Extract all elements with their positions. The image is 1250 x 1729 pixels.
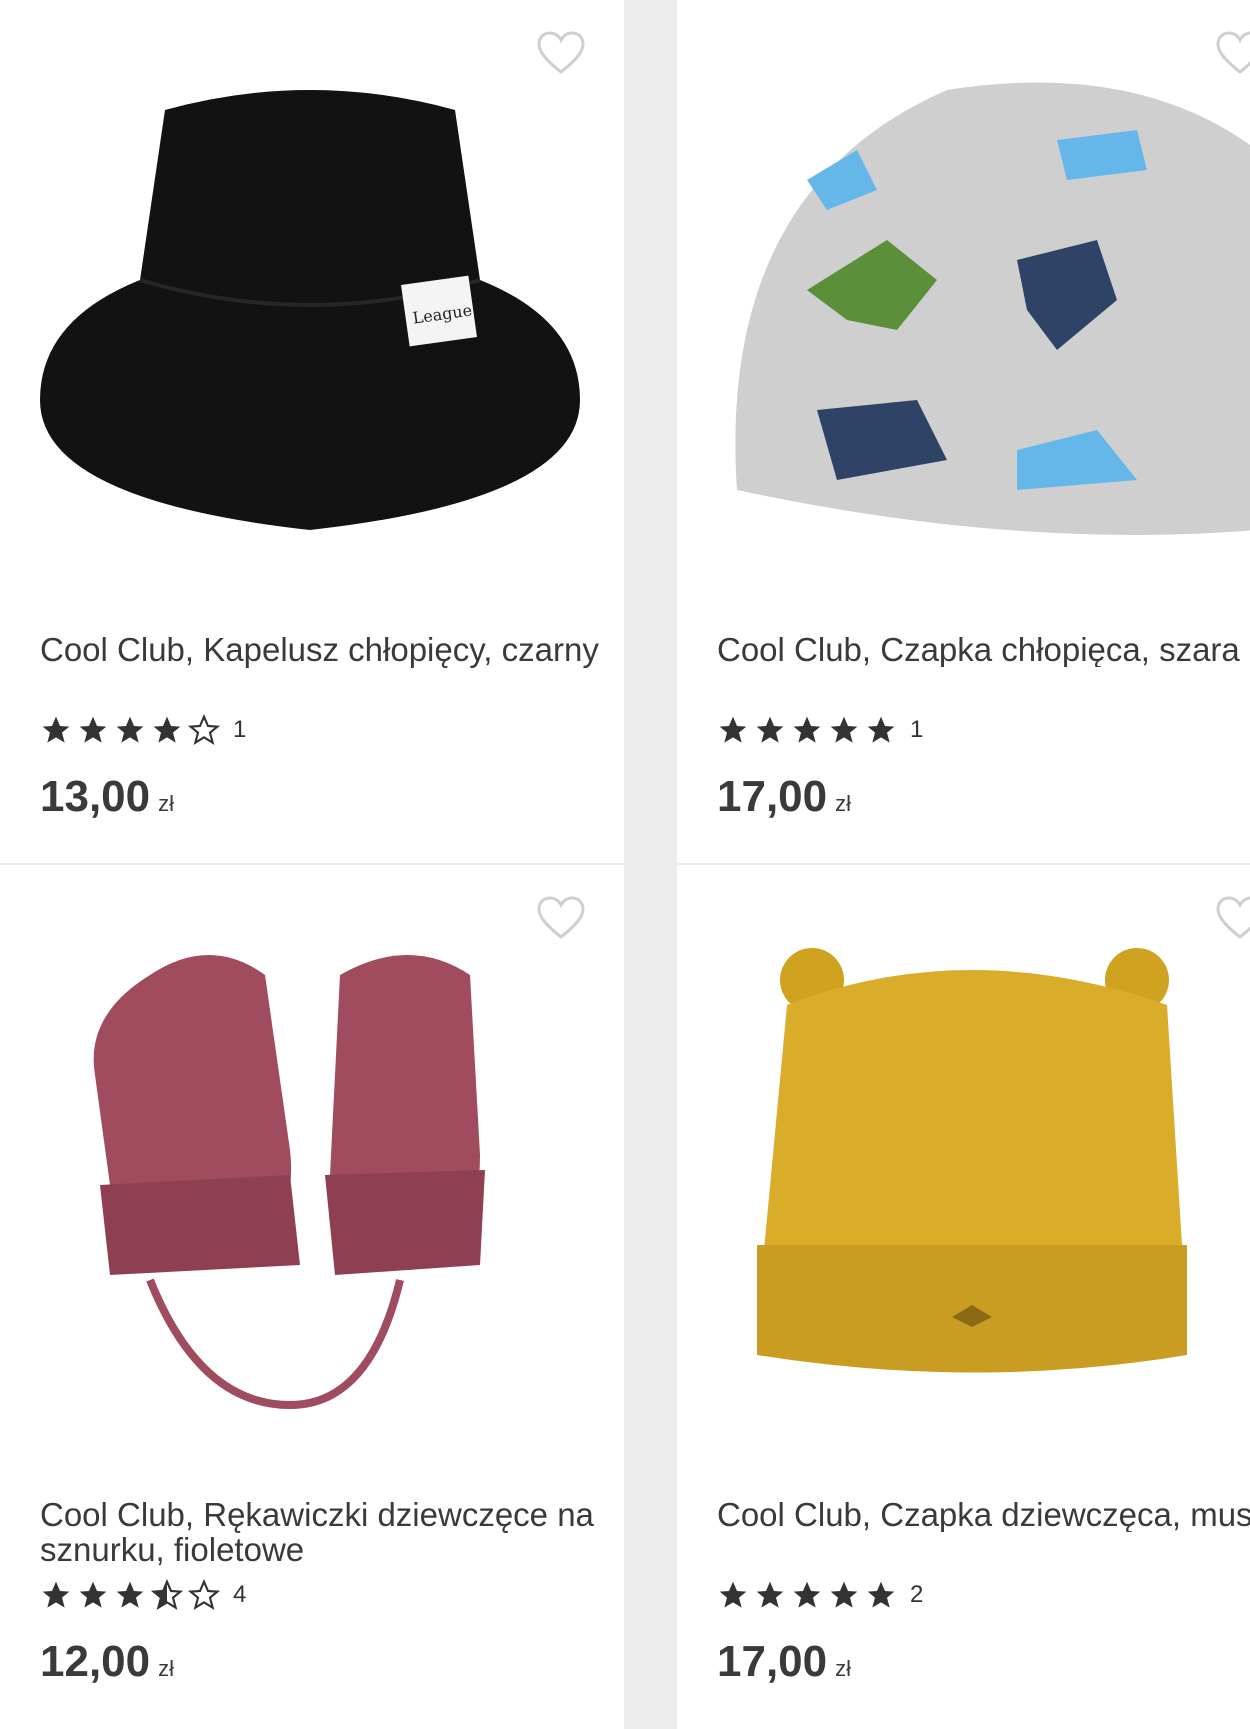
star-filled-icon xyxy=(42,1581,70,1608)
rating: 1 xyxy=(717,712,923,748)
rating: 4 xyxy=(40,1577,246,1613)
star-filled-icon xyxy=(153,716,181,743)
currency: zł xyxy=(158,1656,174,1681)
star-filled-icon xyxy=(116,1581,144,1608)
product-card[interactable]: Cool Club, Rękawiczki dziewczęce na sznu… xyxy=(0,865,624,1729)
star-filled-icon xyxy=(867,1581,895,1608)
rating-count: 1 xyxy=(233,716,247,743)
product-title[interactable]: Cool Club, Kapelusz chłopięcy, czarny xyxy=(40,632,600,667)
price-value: 17,00 xyxy=(717,772,828,821)
star-filled-icon xyxy=(719,716,747,743)
black-bucket-hat-image[interactable]: League xyxy=(40,70,580,570)
product-card[interactable]: Cool Club, Czapka dziewczęca, musztardow… xyxy=(677,865,1250,1729)
star-filled-icon xyxy=(793,1581,821,1608)
star-filled-icon xyxy=(793,716,821,743)
star-half-icon xyxy=(151,1579,183,1610)
price-value: 13,00 xyxy=(40,772,151,821)
currency: zł xyxy=(835,791,851,816)
star-filled-icon xyxy=(830,1581,858,1608)
currency: zł xyxy=(158,791,174,816)
product-title[interactable]: Cool Club, Czapka chłopięca, szara xyxy=(717,632,1250,667)
star-filled-icon xyxy=(79,1581,107,1608)
star-filled-icon xyxy=(79,716,107,743)
rating-count: 4 xyxy=(233,1581,247,1608)
star-filled-icon xyxy=(756,1581,784,1608)
price: 17,00 zł xyxy=(717,772,851,822)
star-filled-icon xyxy=(719,1581,747,1608)
price-value: 17,00 xyxy=(717,1637,828,1686)
star-empty-icon xyxy=(188,1579,220,1610)
star-filled-icon xyxy=(42,716,70,743)
star-empty-icon xyxy=(188,714,220,745)
rating: 2 xyxy=(717,1577,923,1613)
rating-count: 1 xyxy=(910,716,924,743)
rating: 1 xyxy=(40,712,246,748)
mustard-cat-beanie-image[interactable] xyxy=(717,935,1250,1435)
star-filled-icon xyxy=(116,716,144,743)
star-filled-icon xyxy=(867,716,895,743)
product-card[interactable]: League Cool Club, Kapelusz chłopięcy, cz… xyxy=(0,0,624,863)
rating-count: 2 xyxy=(910,1581,924,1608)
star-filled-icon xyxy=(756,716,784,743)
product-card[interactable]: Cool Club, Czapka chłopięca, szara 1 17,… xyxy=(677,0,1250,863)
star-filled-icon xyxy=(830,716,858,743)
grey-dinosaur-beanie-image[interactable] xyxy=(717,70,1250,570)
price-value: 12,00 xyxy=(40,1637,151,1686)
price: 17,00 zł xyxy=(717,1637,851,1687)
product-title[interactable]: Cool Club, Rękawiczki dziewczęce na sznu… xyxy=(40,1497,600,1567)
product-title[interactable]: Cool Club, Czapka dziewczęca, musztardow… xyxy=(717,1497,1250,1532)
pink-mittens-image[interactable] xyxy=(40,935,580,1435)
currency: zł xyxy=(835,1656,851,1681)
price: 12,00 zł xyxy=(40,1637,174,1687)
price: 13,00 zł xyxy=(40,772,174,822)
